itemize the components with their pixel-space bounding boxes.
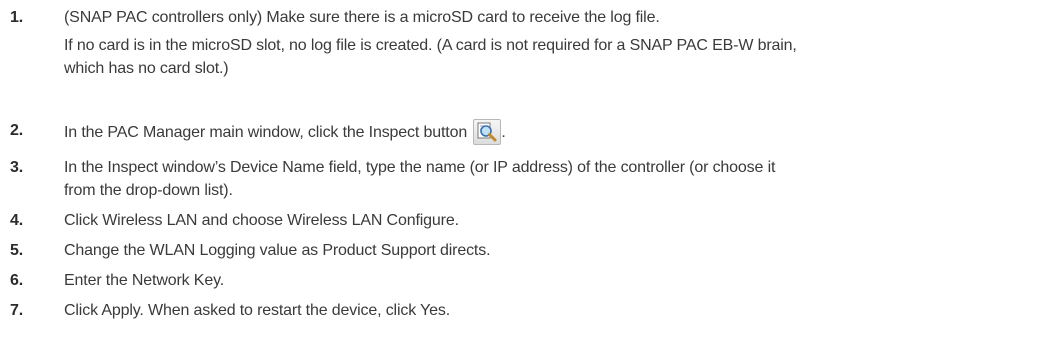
step-text: Click Wireless LAN and choose Wireless L… — [64, 212, 459, 229]
step-text: In the Inspect window’s Device Name fiel… — [64, 159, 776, 176]
step-text: from the drop-down list). — [64, 182, 233, 199]
step-5: 5. Change the WLAN Logging value as Prod… — [0, 239, 491, 262]
step-text: Change the WLAN Logging value as Product… — [64, 242, 491, 259]
step-number: 7. — [10, 302, 24, 319]
step-1: 1. (SNAP PAC controllers only) Make sure… — [0, 6, 797, 80]
step-text-end: . — [501, 124, 506, 141]
step-number: 4. — [10, 212, 24, 229]
step-4: 4. Click Wireless LAN and choose Wireles… — [0, 209, 459, 232]
step-3: 3. In the Inspect window’s Device Name f… — [0, 156, 775, 202]
step-text: Enter the Network Key. — [64, 272, 225, 289]
step-6: 6. Enter the Network Key. — [0, 269, 224, 292]
step-note-line: If no card is in the microSD slot, no lo… — [64, 37, 797, 54]
step-text: In the PAC Manager main window, click th… — [64, 124, 468, 141]
step-number: 3. — [10, 159, 24, 176]
step-number: 5. — [10, 242, 24, 259]
step-note-line: which has no card slot.) — [64, 60, 229, 77]
step-7: 7. Click Apply. When asked to restart th… — [0, 299, 450, 322]
step-number: 6. — [10, 272, 24, 289]
step-2: 2. In the PAC Manager main window, click… — [0, 119, 506, 145]
step-number: 2. — [10, 122, 24, 139]
step-text: (SNAP PAC controllers only) Make sure th… — [64, 9, 660, 26]
inspect-magnifier-icon — [473, 119, 502, 145]
step-number: 1. — [10, 9, 24, 26]
step-text: Click Apply. When asked to restart the d… — [64, 302, 451, 319]
